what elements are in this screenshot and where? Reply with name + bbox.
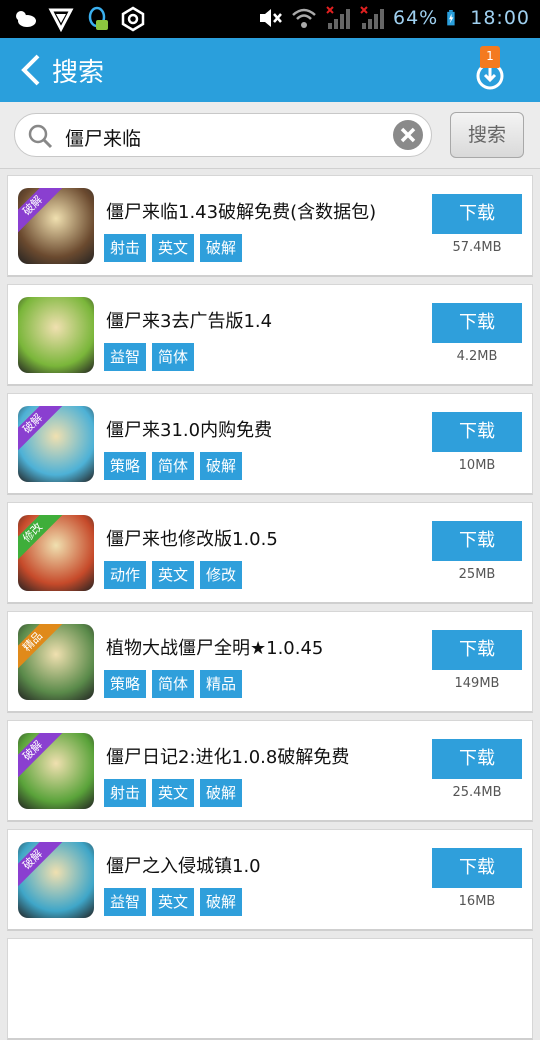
- ribbon-label: 破解: [18, 733, 64, 782]
- download-button[interactable]: 下载: [432, 521, 522, 561]
- app-list-item[interactable]: 破解 僵尸来临1.43破解免费(含数据包) 射击 英文 破解 下载 57.4MB: [7, 175, 533, 277]
- page-title: 搜索: [52, 58, 105, 88]
- app-list-item[interactable]: 精品 植物大战僵尸全明★1.0.45 策略 简体 精品 下载 149MB: [7, 611, 533, 713]
- app-icon: 精品: [18, 624, 94, 700]
- category-tag[interactable]: 英文: [152, 561, 195, 589]
- clock: 18:00: [470, 7, 530, 29]
- category-tag[interactable]: 简体: [152, 670, 195, 698]
- tag-list: 益智 英文 破解: [104, 888, 243, 916]
- app-name: 僵尸日记2:进化1.0.8破解免费: [106, 747, 350, 768]
- category-tag[interactable]: 英文: [152, 888, 195, 916]
- app-name: 僵尸之入侵城镇1.0: [106, 856, 261, 877]
- tag-list: 策略 简体 破解: [104, 452, 243, 480]
- category-tag[interactable]: 破解: [200, 452, 243, 480]
- category-tag[interactable]: 策略: [104, 452, 147, 480]
- app-icon: 破解: [18, 188, 94, 264]
- ribbon-label: 破解: [18, 406, 64, 455]
- app-name: 植物大战僵尸全明★1.0.45: [106, 638, 324, 659]
- app-icon: 破解: [18, 733, 94, 809]
- search-query: 僵尸来临: [65, 128, 142, 150]
- app-list-item[interactable]: 僵尸来3去广告版1.4 益智 简体 下载 4.2MB: [7, 284, 533, 386]
- app-list-item[interactable]: 破解 僵尸之入侵城镇1.0 益智 英文 破解 下载 16MB: [7, 829, 533, 931]
- wifi-icon: [292, 8, 316, 28]
- file-size: 57.4MB: [452, 240, 502, 255]
- app-list-item[interactable]: 破解 僵尸来31.0内购免费 策略 简体 破解 下载 10MB: [7, 393, 533, 495]
- file-size: 16MB: [458, 894, 496, 909]
- weather-icon: [16, 11, 36, 27]
- tag-list: 射击 英文 破解: [104, 779, 243, 807]
- status-bar: 64% 18:00: [0, 0, 540, 38]
- tag-list: 策略 简体 精品: [104, 670, 243, 698]
- category-tag[interactable]: 益智: [104, 343, 147, 371]
- search-input[interactable]: 僵尸来临: [14, 113, 432, 157]
- battery-charging-icon: [447, 10, 455, 26]
- magnifier-icon: [28, 124, 53, 149]
- category-tag[interactable]: 英文: [152, 234, 195, 262]
- tag-list: 动作 英文 修改: [104, 561, 243, 589]
- chevron-left-icon[interactable]: [18, 52, 44, 88]
- category-tag[interactable]: 策略: [104, 670, 147, 698]
- file-size: 25MB: [458, 567, 496, 582]
- app-list-item[interactable]: [7, 938, 533, 1040]
- mute-icon: [260, 9, 282, 27]
- category-tag[interactable]: 破解: [200, 779, 243, 807]
- app-name: 僵尸来临1.43破解免费(含数据包): [106, 202, 377, 223]
- tag-list: 益智 简体: [104, 343, 195, 371]
- download-button[interactable]: 下载: [432, 630, 522, 670]
- category-tag[interactable]: 简体: [152, 452, 195, 480]
- app-list-item[interactable]: 修改 僵尸来也修改版1.0.5 动作 英文 修改 下载 25MB: [7, 502, 533, 604]
- app-icon: 破解: [18, 842, 94, 918]
- shield-icon: [48, 8, 74, 32]
- settings-icon: [121, 6, 145, 32]
- clear-search-button[interactable]: [393, 120, 423, 150]
- category-tag[interactable]: 射击: [104, 234, 147, 262]
- download-manager-button[interactable]: 1: [468, 46, 512, 96]
- category-tag[interactable]: 精品: [200, 670, 243, 698]
- category-tag[interactable]: 动作: [104, 561, 147, 589]
- battery-percent: 64%: [393, 7, 439, 29]
- category-tag[interactable]: 益智: [104, 888, 147, 916]
- title-bar: 搜索 1: [0, 38, 540, 102]
- signal-1-icon: [326, 6, 350, 29]
- ribbon-label: 修改: [18, 515, 64, 564]
- download-button[interactable]: 下载: [432, 848, 522, 888]
- ribbon-label: 破解: [18, 842, 64, 891]
- app-name: 僵尸来3去广告版1.4: [106, 311, 273, 332]
- search-bar: 僵尸来临 搜索: [0, 102, 540, 169]
- app-icon: 破解: [18, 406, 94, 482]
- close-circle-icon: [400, 127, 416, 143]
- app-name: 僵尸来也修改版1.0.5: [106, 529, 278, 550]
- app-icon: [18, 297, 94, 373]
- ribbon-label: 破解: [18, 188, 64, 237]
- app-name: 僵尸来31.0内购免费: [106, 420, 273, 441]
- category-tag[interactable]: 破解: [200, 888, 243, 916]
- app-icon: 修改: [18, 515, 94, 591]
- file-size: 25.4MB: [452, 785, 502, 800]
- file-size: 10MB: [458, 458, 496, 473]
- search-button[interactable]: 搜索: [450, 112, 524, 158]
- file-size: 149MB: [454, 676, 500, 691]
- signal-2-icon: [360, 6, 384, 29]
- category-tag[interactable]: 修改: [200, 561, 243, 589]
- qq-icon: [88, 6, 108, 30]
- ribbon-label: 精品: [18, 624, 64, 673]
- download-button[interactable]: 下载: [432, 412, 522, 452]
- download-button[interactable]: 下载: [432, 194, 522, 234]
- download-button[interactable]: 下载: [432, 303, 522, 343]
- category-tag[interactable]: 英文: [152, 779, 195, 807]
- download-badge: 1: [480, 46, 500, 68]
- tag-list: 射击 英文 破解: [104, 234, 243, 262]
- category-tag[interactable]: 破解: [200, 234, 243, 262]
- file-size: 4.2MB: [456, 349, 498, 364]
- app-list-item[interactable]: 破解 僵尸日记2:进化1.0.8破解免费 射击 英文 破解 下载 25.4MB: [7, 720, 533, 822]
- download-button[interactable]: 下载: [432, 739, 522, 779]
- category-tag[interactable]: 射击: [104, 779, 147, 807]
- category-tag[interactable]: 简体: [152, 343, 195, 371]
